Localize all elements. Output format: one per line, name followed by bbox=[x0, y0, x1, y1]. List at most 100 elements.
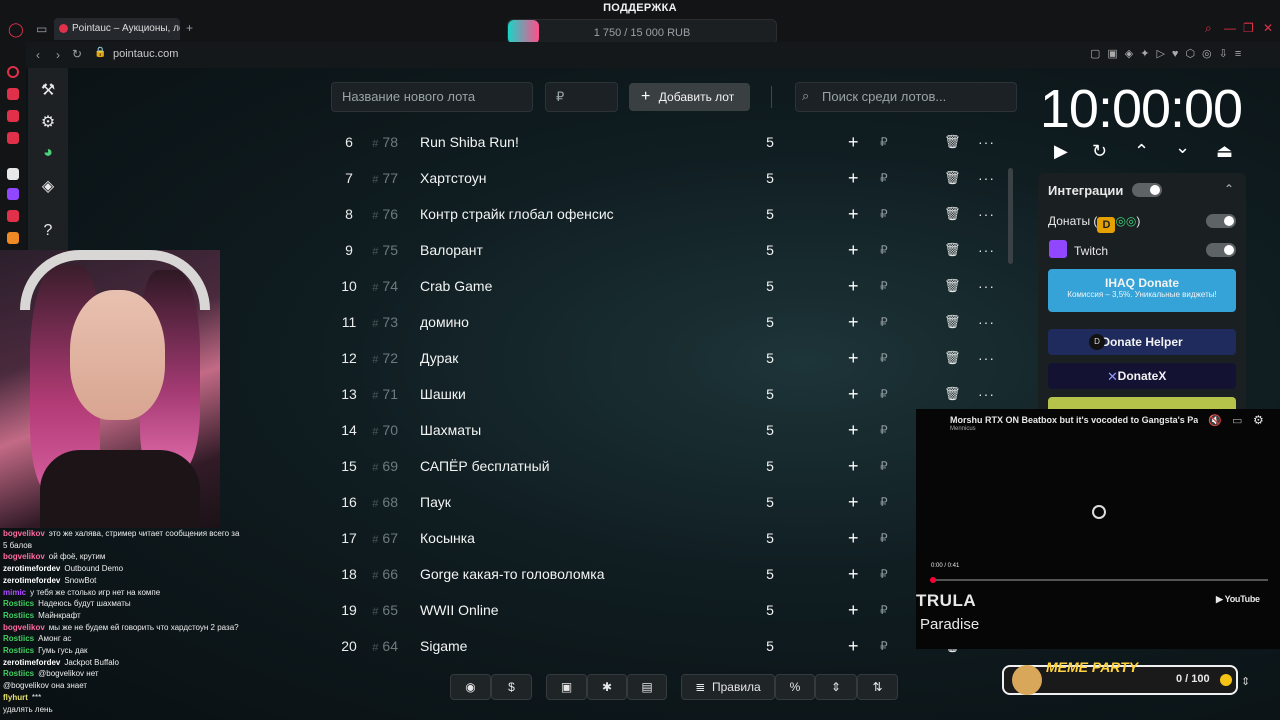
delete-icon[interactable]: 🗑 bbox=[944, 304, 961, 340]
ruble-icon[interactable]: ₽ bbox=[880, 232, 888, 268]
chat-username[interactable]: bogvelikov bbox=[3, 529, 45, 538]
delete-icon[interactable]: 🗑 bbox=[944, 160, 961, 196]
delete-icon[interactable]: 🗑 bbox=[944, 376, 961, 412]
back-icon[interactable]: ‹ bbox=[36, 48, 40, 62]
browser-tab[interactable]: Pointauc – Аукционы, лот bbox=[54, 18, 180, 40]
lot-amount[interactable]: 5 bbox=[760, 268, 780, 304]
next-integration-button[interactable] bbox=[1048, 397, 1236, 409]
lot-amount[interactable]: 5 bbox=[760, 124, 780, 160]
lot-search-input[interactable]: Поиск среди лотов... bbox=[795, 82, 1017, 112]
more-icon[interactable]: ··· bbox=[978, 196, 995, 232]
opera-news-icon[interactable] bbox=[7, 132, 19, 144]
chat-username[interactable]: bogvelikov bbox=[3, 623, 45, 632]
add-amount-icon[interactable]: + bbox=[848, 448, 859, 484]
mute-icon[interactable]: 🔇 bbox=[1208, 414, 1222, 427]
layers-icon[interactable]: ◈ bbox=[28, 176, 68, 196]
opera-vpn-icon[interactable] bbox=[7, 232, 19, 244]
add-amount-icon[interactable]: + bbox=[848, 160, 859, 196]
delete-icon[interactable]: 🗑 bbox=[944, 196, 961, 232]
donations-toggle[interactable] bbox=[1206, 214, 1236, 228]
ruble-icon[interactable]: ₽ bbox=[880, 340, 888, 376]
play-icon[interactable]: ▶ bbox=[1054, 141, 1068, 162]
search-icon[interactable]: ⌕ bbox=[1205, 21, 1212, 36]
reload-icon[interactable]: ↻ bbox=[72, 47, 82, 61]
ruble-icon[interactable]: ₽ bbox=[880, 304, 888, 340]
integrations-toggle[interactable] bbox=[1132, 183, 1162, 197]
lot-name[interactable]: Gorge какая-то головоломка bbox=[420, 556, 605, 592]
add-amount-icon[interactable]: + bbox=[848, 340, 859, 376]
opera-pointauc-icon[interactable] bbox=[7, 168, 19, 180]
donate-helper-button[interactable]: Donate Helper bbox=[1048, 329, 1236, 355]
chat-username[interactable]: bogvelikov bbox=[3, 552, 45, 561]
more-icon[interactable]: ··· bbox=[978, 376, 995, 412]
more-icon[interactable]: ··· bbox=[978, 340, 995, 376]
ruble-icon[interactable]: ₽ bbox=[880, 556, 888, 592]
donatex-button[interactable]: DonateX bbox=[1048, 363, 1236, 389]
lot-name[interactable]: Run Shiba Run! bbox=[420, 124, 519, 160]
maximize-icon[interactable]: ❐ bbox=[1243, 21, 1254, 35]
lot-amount[interactable]: 5 bbox=[760, 304, 780, 340]
rules-button[interactable]: ≣ Правила bbox=[681, 674, 775, 700]
add-amount-icon[interactable]: + bbox=[848, 268, 859, 304]
chat-username[interactable]: Rostiics bbox=[3, 669, 34, 678]
clear-lots-button[interactable]: ▤ bbox=[627, 674, 667, 700]
ruble-icon[interactable]: ₽ bbox=[880, 628, 888, 664]
lot-name[interactable]: Контр страйк глобал офенсис bbox=[420, 196, 614, 232]
lot-amount[interactable]: 5 bbox=[760, 232, 780, 268]
github-button[interactable]: ◉ bbox=[450, 674, 491, 700]
chat-username[interactable]: zerotimefordev bbox=[3, 564, 60, 573]
chat-username[interactable]: zerotimefordev bbox=[3, 576, 60, 585]
widget-expand-icon[interactable]: ⇕ bbox=[1241, 675, 1250, 688]
tab-overview-icon[interactable]: ▭ bbox=[36, 22, 47, 36]
lot-name[interactable]: САПЁР бесплатный bbox=[420, 448, 550, 484]
chat-username[interactable]: Rostiics bbox=[3, 599, 34, 608]
minimize-icon[interactable]: — bbox=[1224, 21, 1236, 35]
opera-logo-icon[interactable]: ◯ bbox=[8, 21, 24, 38]
new-tab-icon[interactable]: + bbox=[186, 21, 193, 35]
ruble-icon[interactable]: ₽ bbox=[880, 376, 888, 412]
more-icon[interactable]: ··· bbox=[978, 124, 995, 160]
lot-amount[interactable]: 5 bbox=[760, 484, 780, 520]
chat-username[interactable]: Rostiics bbox=[3, 634, 34, 643]
reset-icon[interactable]: ↻ bbox=[1092, 141, 1107, 162]
lot-amount[interactable]: 5 bbox=[760, 196, 780, 232]
lot-amount[interactable]: 5 bbox=[760, 592, 780, 628]
add-amount-icon[interactable]: + bbox=[848, 196, 859, 232]
lot-amount[interactable]: 5 bbox=[760, 520, 780, 556]
forward-icon[interactable]: › bbox=[56, 48, 60, 62]
lot-amount[interactable]: 5 bbox=[760, 340, 780, 376]
chat-username[interactable]: Rostiics bbox=[3, 611, 34, 620]
twitch-icon[interactable] bbox=[7, 188, 19, 200]
captions-icon[interactable]: ▭ bbox=[1232, 414, 1242, 427]
double-increase-icon[interactable]: ⏏ bbox=[1216, 141, 1233, 162]
more-icon[interactable]: ··· bbox=[978, 304, 995, 340]
lot-name[interactable]: Дурак bbox=[420, 340, 458, 376]
lot-name[interactable]: Шахматы bbox=[420, 412, 481, 448]
auction-hammer-icon[interactable]: ⚒ bbox=[28, 80, 68, 100]
lot-name[interactable]: Crab Game bbox=[420, 268, 492, 304]
lot-amount[interactable]: 5 bbox=[760, 376, 780, 412]
lot-amount[interactable]: 5 bbox=[760, 160, 780, 196]
lot-name[interactable]: Хартстоун bbox=[420, 160, 486, 196]
delete-icon[interactable]: 🗑 bbox=[944, 268, 961, 304]
lot-amount[interactable]: 5 bbox=[760, 628, 780, 664]
ruble-icon[interactable]: ₽ bbox=[880, 160, 888, 196]
video-seekbar[interactable] bbox=[932, 579, 1268, 581]
add-amount-icon[interactable]: + bbox=[848, 520, 859, 556]
sort-button[interactable]: ⇅ bbox=[857, 674, 898, 700]
url-text[interactable]: pointauc.com bbox=[113, 48, 178, 60]
add-amount-icon[interactable]: + bbox=[848, 232, 859, 268]
chat-username[interactable]: Rostiics bbox=[3, 646, 34, 655]
add-amount-icon[interactable]: + bbox=[848, 304, 859, 340]
lots-scrollbar[interactable] bbox=[1008, 168, 1013, 264]
lot-amount[interactable]: 5 bbox=[760, 556, 780, 592]
add-amount-icon[interactable]: + bbox=[848, 484, 859, 520]
donate-button[interactable]: $ bbox=[491, 674, 532, 700]
ruble-icon[interactable]: ₽ bbox=[880, 448, 888, 484]
lot-name[interactable]: Паук bbox=[420, 484, 451, 520]
lot-amount[interactable]: 5 bbox=[760, 412, 780, 448]
save-button[interactable]: ▣ bbox=[546, 674, 587, 700]
settings-gear-icon[interactable]: ⚙ bbox=[28, 112, 68, 132]
delete-icon[interactable]: 🗑 bbox=[944, 232, 961, 268]
add-amount-icon[interactable]: + bbox=[848, 124, 859, 160]
